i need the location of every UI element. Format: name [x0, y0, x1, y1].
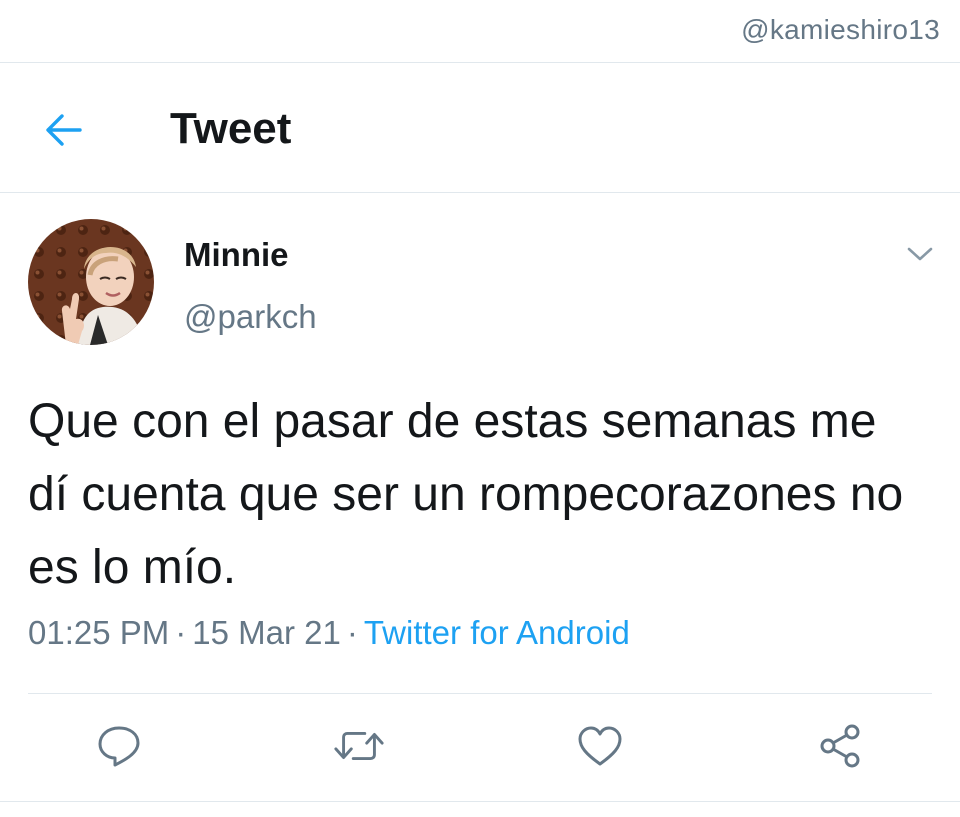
author-handle[interactable]: @parkch	[184, 298, 317, 336]
tweet-options-button[interactable]	[902, 240, 938, 268]
meta-separator: ·	[346, 614, 358, 651]
tweet-header: Tweet	[0, 62, 960, 192]
back-button[interactable]	[42, 112, 86, 148]
watermark-username: @kamieshiro13	[741, 14, 940, 45]
tweet-date: 15 Mar 21	[192, 614, 341, 651]
retweet-icon	[334, 732, 384, 760]
bottom-divider	[0, 801, 960, 802]
reply-button[interactable]	[92, 719, 146, 773]
tweet-time: 01:25 PM	[28, 614, 170, 651]
avatar[interactable]	[28, 219, 154, 345]
page-title: Tweet	[170, 104, 292, 153]
arrow-left-icon	[46, 114, 82, 146]
tweet-meta: 01:25 PM · 15 Mar 21 · Twitter for Android	[28, 614, 630, 652]
tweet-source-link[interactable]: Twitter for Android	[364, 614, 630, 651]
tweet-actions-bar	[0, 693, 960, 801]
header-divider	[0, 192, 960, 193]
retweet-button[interactable]	[332, 719, 386, 773]
tweet-text: Que con el pasar de estas semanas me dí …	[28, 395, 904, 594]
like-button[interactable]	[573, 719, 627, 773]
author-name[interactable]: Minnie	[184, 236, 289, 274]
reply-icon	[98, 726, 140, 767]
chevron-down-icon	[907, 247, 933, 261]
meta-separator: ·	[175, 614, 187, 651]
avatar-photo	[28, 219, 154, 345]
like-icon	[578, 726, 622, 766]
share-icon	[820, 724, 860, 768]
share-button[interactable]	[813, 719, 867, 773]
